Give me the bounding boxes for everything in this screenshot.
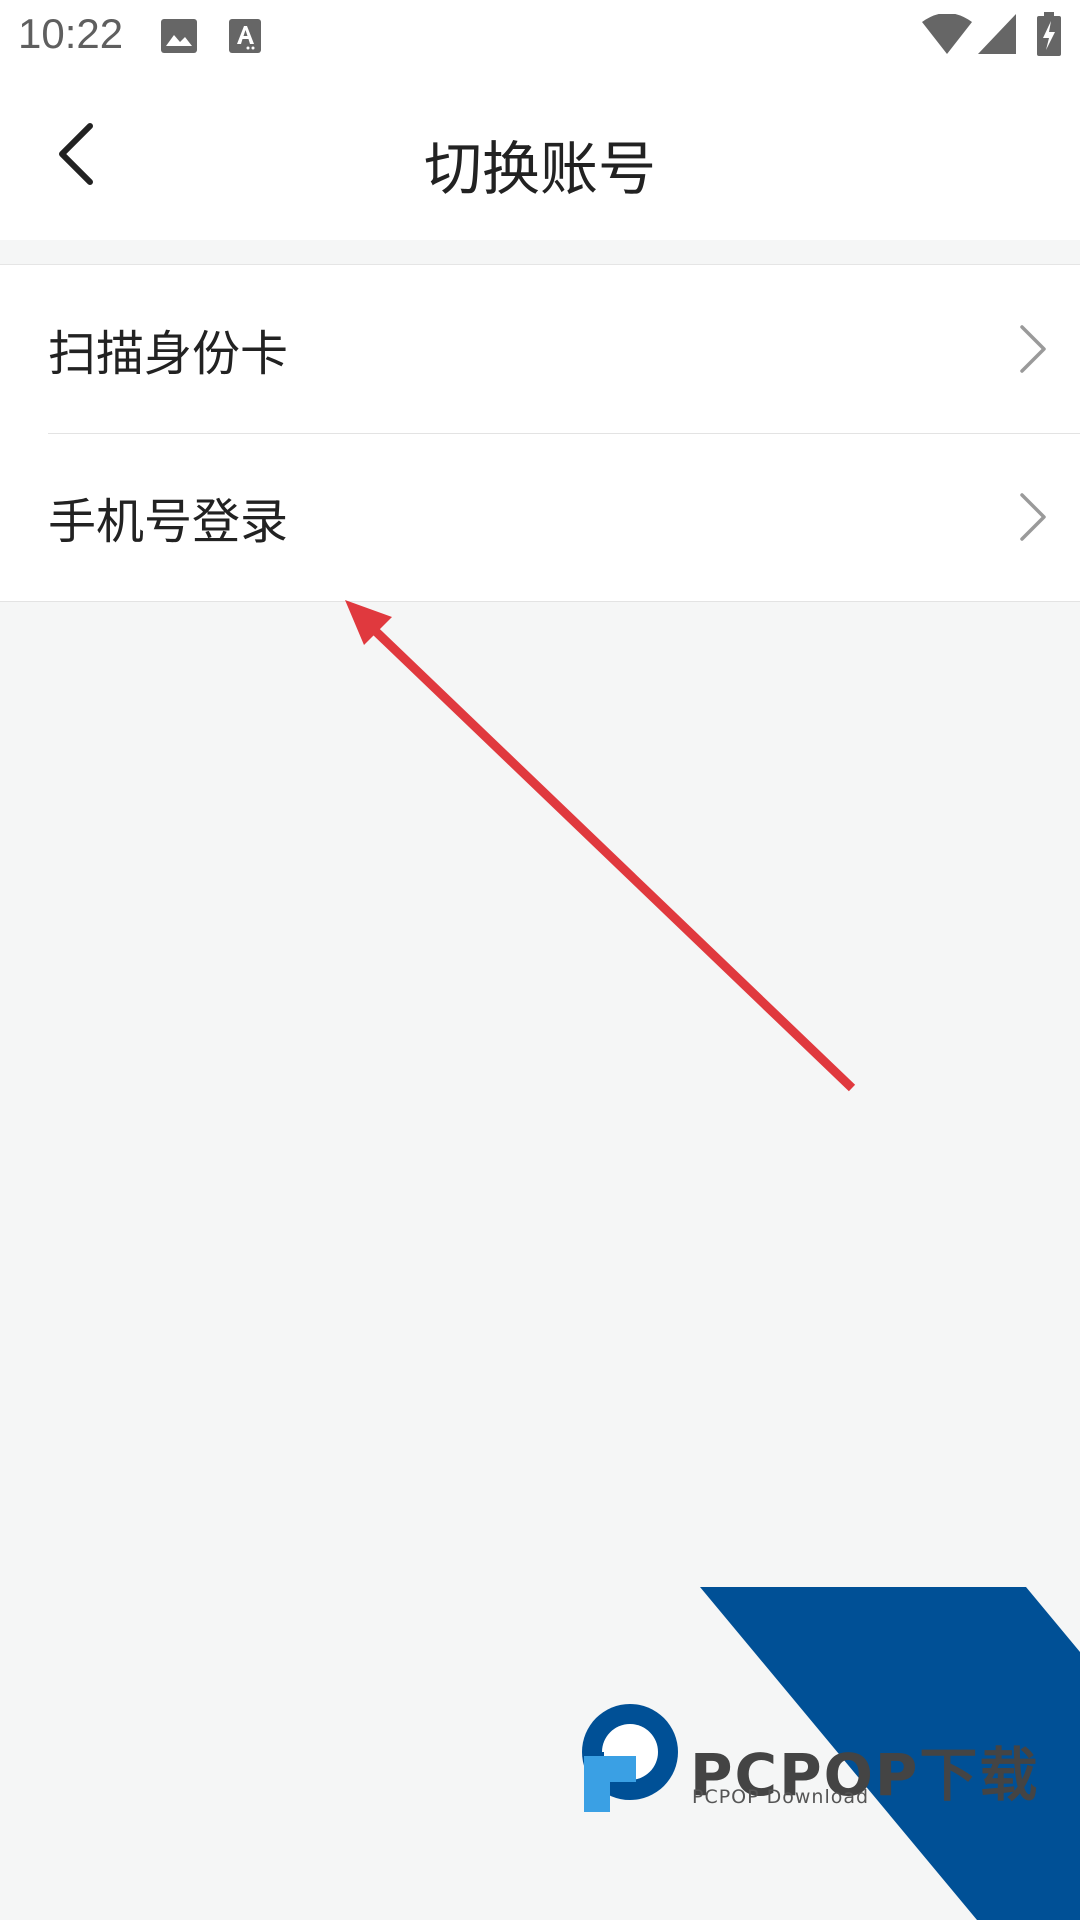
watermark-subtitle: PCPOP Download — [692, 1786, 870, 1808]
menu-item-label: 扫描身份卡 — [48, 326, 289, 382]
pcpop-logo-icon — [582, 1704, 678, 1812]
section-gap — [0, 240, 1080, 265]
menu-item-label: 手机号登录 — [48, 494, 289, 550]
chevron-right-icon — [1020, 325, 1046, 373]
watermark-brand: PCPOP下载 — [690, 1741, 1040, 1809]
page-title: 切换账号 — [423, 135, 656, 203]
text-a-icon — [229, 19, 261, 53]
menu-item-scan-id-card[interactable]: 扫描身份卡 — [0, 265, 1080, 433]
status-bar: 10:22 — [0, 0, 1080, 72]
image-icon — [161, 19, 197, 53]
header: 切换账号 — [0, 72, 1080, 240]
menu-item-phone-login[interactable]: 手机号登录 — [0, 433, 1080, 601]
account-options-list: 扫描身份卡 手机号登录 — [0, 265, 1080, 602]
status-time: 10:22 — [18, 10, 124, 57]
signal-icon — [978, 14, 1016, 54]
wifi-icon — [922, 14, 972, 54]
battery-charging-icon — [1037, 12, 1061, 56]
chevron-right-icon — [1020, 493, 1046, 541]
